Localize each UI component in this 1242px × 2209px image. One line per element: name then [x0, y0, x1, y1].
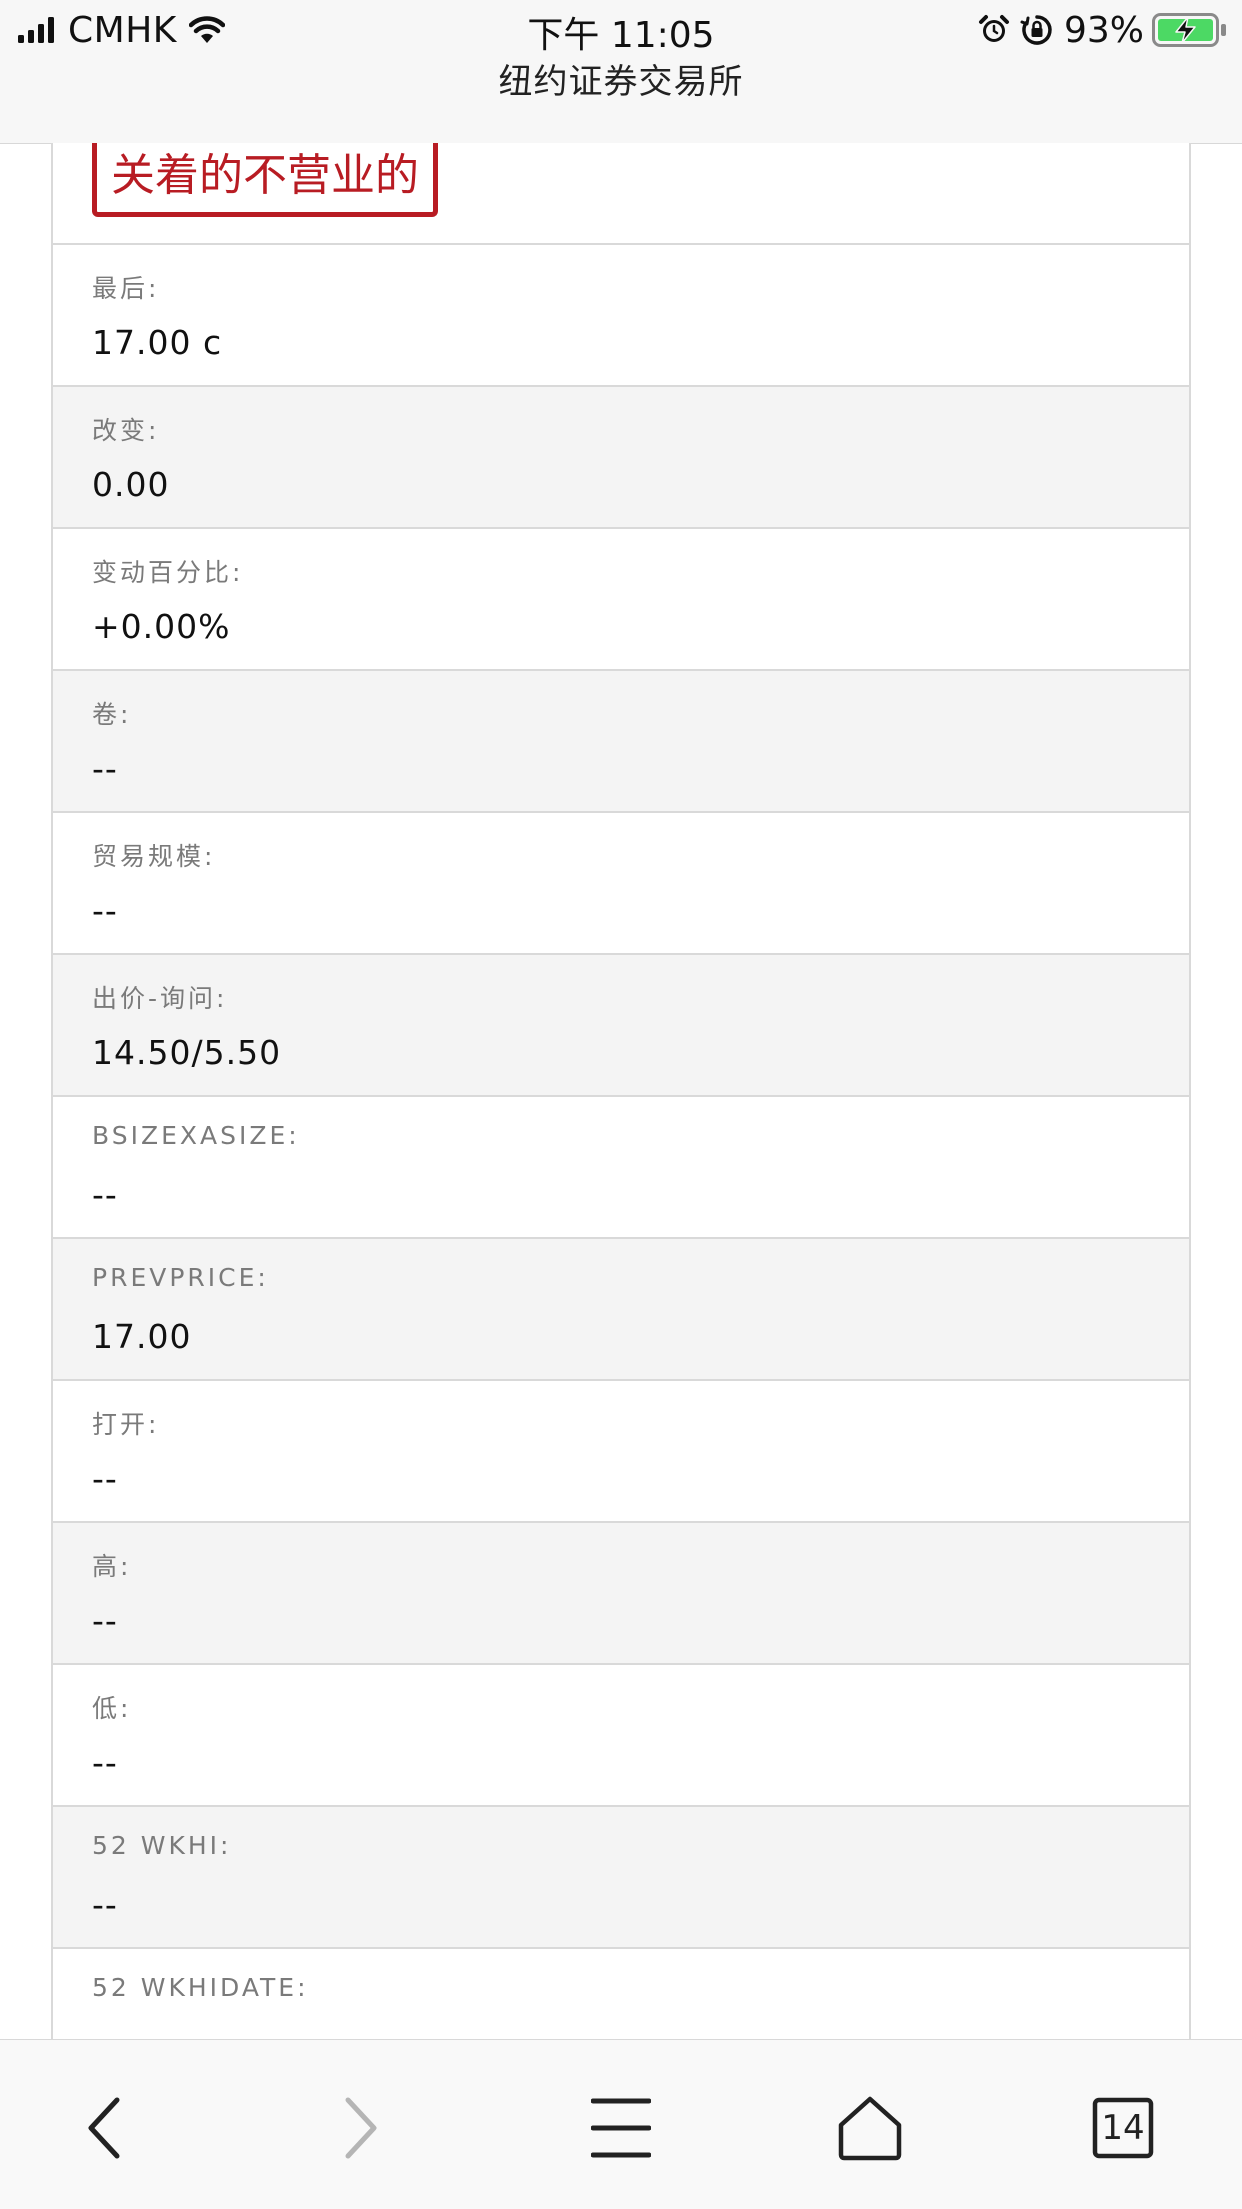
- quote-row-value: 0.00: [92, 465, 170, 504]
- quote-row-value: --: [92, 891, 118, 930]
- quote-row-last: 最后: 17.00 c: [53, 245, 1189, 387]
- quote-row-value: --: [92, 1459, 118, 1498]
- quote-row-value: --: [92, 1885, 118, 1924]
- rotation-lock-icon: [1020, 15, 1052, 45]
- quote-row-high: 高: --: [53, 1523, 1189, 1665]
- quote-row-value: --: [92, 1743, 118, 1782]
- browser-toolbar: 14: [0, 2039, 1242, 2209]
- quote-row-label: 最后:: [92, 274, 160, 303]
- quote-row-label: PREVPRICE:: [92, 1263, 269, 1292]
- quote-row-label: BSIZEXASIZE:: [92, 1121, 300, 1150]
- market-status-cell: 关着的不营业的: [53, 143, 1189, 245]
- alarm-icon: [978, 15, 1009, 42]
- menu-button[interactable]: [581, 2088, 661, 2168]
- quote-row-bid-ask: 出价-询问: 14.50/5.50: [53, 955, 1189, 1097]
- back-button[interactable]: [64, 2088, 144, 2168]
- quote-table: 关着的不营业的 最后: 17.00 c 改变: 0.00 变动百分比: +0.0…: [51, 143, 1191, 2039]
- quote-row-value: 14.50/5.50: [92, 1033, 282, 1072]
- battery-percentage: 93%: [1063, 9, 1144, 51]
- quote-row-label: 出价-询问:: [92, 984, 228, 1013]
- quote-row-label: 变动百分比:: [92, 558, 244, 587]
- quote-row-trade-size: 贸易规模: --: [53, 813, 1189, 955]
- page-title: 纽约证券交易所: [498, 62, 744, 102]
- tabs-button[interactable]: 14: [1083, 2088, 1163, 2168]
- quote-row-value: +0.00%: [92, 607, 231, 646]
- battery-charging-icon: [1152, 13, 1226, 47]
- quote-row-52wk-high: 52 WKHI: --: [53, 1807, 1189, 1949]
- menu-icon: [591, 2098, 651, 2158]
- quote-row-value: --: [92, 1601, 118, 1640]
- quote-row-open: 打开: --: [53, 1381, 1189, 1523]
- quote-row-label: 卷:: [92, 700, 132, 729]
- quote-row-value: 17.00 c: [92, 323, 223, 362]
- status-bar-right: 93%: [978, 8, 1228, 52]
- forward-button[interactable]: [321, 2088, 401, 2168]
- quote-row-value: 17.00: [92, 1317, 192, 1356]
- home-button[interactable]: [830, 2088, 910, 2168]
- back-icon: [88, 2097, 120, 2159]
- quote-row-change-percent: 变动百分比: +0.00%: [53, 529, 1189, 671]
- forward-icon: [345, 2097, 377, 2159]
- market-status-badge: 关着的不营业的: [92, 143, 438, 217]
- quote-row-label: 贸易规模:: [92, 842, 216, 871]
- quote-row-prev-price: PREVPRICE: 17.00: [53, 1239, 1189, 1381]
- quote-row-label: 高:: [92, 1552, 132, 1581]
- quote-row-label: 打开:: [92, 1410, 160, 1439]
- quote-row-value: --: [92, 1175, 118, 1214]
- tabs-count: 14: [1101, 2108, 1145, 2148]
- quote-row-value: --: [92, 749, 118, 788]
- quote-row-label: 52 WKHIDATE:: [92, 1973, 309, 2002]
- quote-row-volume: 卷: --: [53, 671, 1189, 813]
- browser-header: CMHK 下午 11:05 93% 纽约证券交易所: [0, 0, 1242, 144]
- quote-row-label: 低:: [92, 1694, 132, 1723]
- quote-row-label: 改变:: [92, 416, 160, 445]
- quote-row-change: 改变: 0.00: [53, 387, 1189, 529]
- quote-row-bid-ask-size: BSIZEXASIZE: --: [53, 1097, 1189, 1239]
- quote-row-low: 低: --: [53, 1665, 1189, 1807]
- home-icon: [838, 2096, 902, 2161]
- quote-row-label: 52 WKHI:: [92, 1831, 232, 1860]
- quote-row-52wk-high-date: 52 WKHIDATE:: [53, 1949, 1189, 2039]
